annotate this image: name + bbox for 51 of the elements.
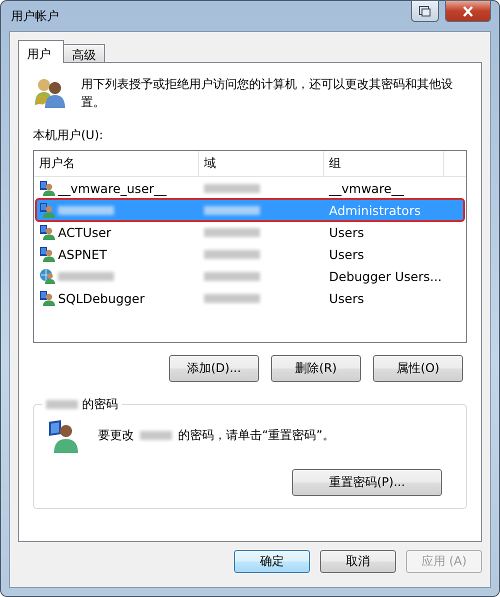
redacted-text — [58, 206, 114, 214]
message-text: 要更改 — [98, 427, 134, 444]
group-name: Administrators — [329, 202, 421, 218]
restore-button[interactable] — [411, 0, 439, 22]
group-title: 的密码 — [82, 396, 118, 413]
user-icon — [39, 224, 55, 240]
redacted-text — [204, 250, 260, 258]
redacted-text — [204, 206, 260, 214]
redacted-text — [204, 228, 260, 236]
user-row[interactable]: ASPNET Users — [36, 243, 464, 265]
window-title: 用户帐户 — [10, 8, 60, 24]
group-name: Users — [329, 224, 364, 240]
close-icon — [462, 6, 474, 16]
close-button[interactable] — [445, 0, 491, 22]
list-button[interactable]: 删除(R) — [271, 355, 361, 382]
user-name: ACTUser — [58, 224, 112, 240]
user-icon — [39, 268, 55, 284]
users-list[interactable]: 用户名 域 组 __vmware_user__ __vmware__ Administrators ACTUser Users ASPNET Users Debugger Users... SQLDebugger Users — [33, 150, 467, 343]
intro-text: 用下列表授予或拒绝用户访问您的计算机，还可以更改其密码和其他设置。 — [81, 76, 454, 111]
restore-icon — [419, 6, 431, 16]
reset-password-button[interactable]: 重置密码(P)... — [292, 469, 442, 496]
redacted-text — [204, 184, 260, 192]
dialog-button[interactable]: 取消 — [320, 550, 396, 573]
user-name: __vmware_user__ — [58, 180, 167, 196]
redacted-text — [204, 272, 260, 280]
list-button[interactable]: 添加(D)... — [169, 355, 259, 382]
user-name: ASPNET — [58, 246, 107, 262]
group-name: Debugger Users... — [329, 268, 442, 284]
list-button[interactable]: 属性(O) — [373, 355, 463, 382]
tab[interactable]: 用户 — [18, 40, 64, 63]
user-icon — [39, 202, 55, 218]
tab[interactable]: 高级 — [63, 44, 105, 62]
group-name: Users — [329, 290, 364, 306]
message-text: 的密码，请单击“重置密码”。 — [178, 427, 334, 444]
user-row[interactable]: Debugger Users... — [36, 265, 464, 287]
group-name: Users — [329, 246, 364, 262]
user-icon — [48, 419, 78, 453]
user-name: SQLDebugger — [58, 290, 145, 306]
redacted-text — [58, 272, 114, 280]
dialog-button[interactable]: 确定 — [234, 550, 310, 573]
user-row[interactable]: __vmware_user__ __vmware__ — [36, 177, 464, 199]
group-name: __vmware__ — [329, 180, 404, 196]
user-icon — [39, 246, 55, 262]
redacted-text — [204, 294, 260, 302]
user-row[interactable]: SQLDebugger Users — [36, 287, 464, 309]
user-row[interactable]: ACTUser Users — [36, 221, 464, 243]
list-label: 本机用户(U): — [33, 127, 104, 144]
redacted-text — [140, 431, 172, 440]
user-icon — [39, 180, 55, 196]
redacted-text — [46, 400, 78, 409]
user-icon — [39, 290, 55, 306]
